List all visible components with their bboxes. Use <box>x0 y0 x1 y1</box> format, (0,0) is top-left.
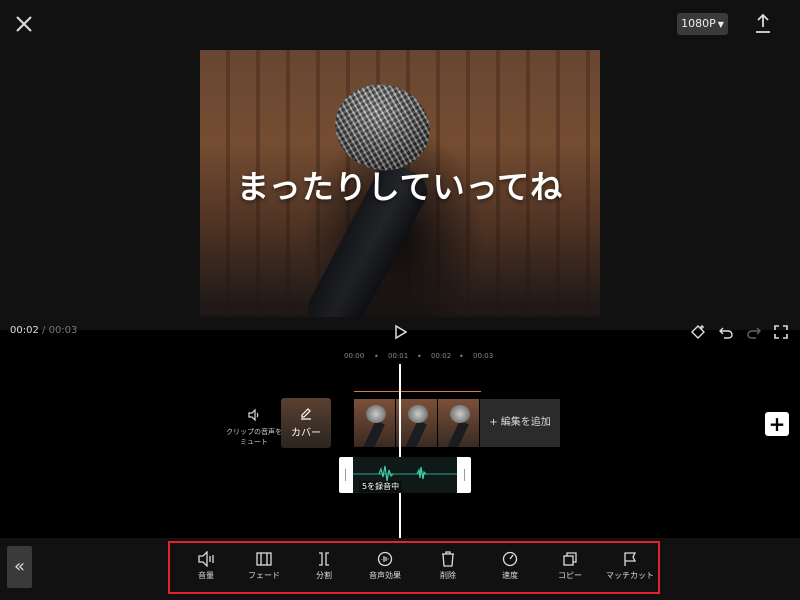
delete-icon <box>442 551 454 567</box>
fade-button[interactable]: フェード <box>234 551 294 581</box>
audio-edit-toolbar: 音量 フェード 分割 音声効果 削除 速度 コピー マッチカット <box>168 541 660 594</box>
delete-button[interactable]: 削除 <box>418 551 478 581</box>
current-time: 00:02 <box>10 325 39 336</box>
video-preview: まったりしていってね <box>200 50 600 317</box>
ruler-dot: • <box>417 352 422 361</box>
resolution-label: 1080P <box>681 17 716 30</box>
clip-accent-line <box>354 391 481 392</box>
recording-label: 5を録音中 <box>359 481 403 492</box>
add-clip-button[interactable]: + <box>765 412 789 436</box>
trim-handle-left[interactable] <box>345 469 346 481</box>
mute-clip-audio-button[interactable]: クリップの音声をミュート <box>224 408 284 447</box>
mute-label: クリップの音声をミュート <box>226 428 282 446</box>
voice-effect-label: 音声効果 <box>369 571 401 580</box>
match-cut-icon <box>624 552 637 566</box>
total-time: 00:03 <box>48 325 78 336</box>
add-edit-button[interactable]: + 編集を追加 <box>480 399 560 447</box>
split-icon <box>319 552 329 566</box>
playback-time: 00:02 / 00:03 <box>10 325 77 336</box>
preview-caption: まったりしていってね <box>236 168 564 206</box>
split-button[interactable]: 分割 <box>294 551 354 581</box>
clip-thumbnail <box>438 399 479 447</box>
fullscreen-icon[interactable] <box>773 324 789 340</box>
volume-label: 音量 <box>198 571 214 580</box>
speed-label: 速度 <box>502 571 518 580</box>
video-clip[interactable] <box>354 399 479 447</box>
copy-button[interactable]: コピー <box>540 551 600 581</box>
timeline[interactable]: 00:00 • 00:01 • 00:02 • 00:03 クリップの音声をミュ… <box>0 348 800 538</box>
clip-thumbnail <box>354 399 396 447</box>
ruler-tick: 00:01 <box>388 352 409 360</box>
cover-label: カバー <box>291 428 321 439</box>
copy-label: コピー <box>558 571 582 580</box>
speed-icon <box>502 551 518 567</box>
playhead[interactable] <box>399 364 401 538</box>
editor-header: 1080P ▼ まったりしていってね 00:02 / 00:03 <box>0 0 800 340</box>
ruler-dot: • <box>374 352 379 361</box>
trim-handle-right[interactable] <box>464 469 465 481</box>
ruler-tick: 00:02 <box>431 352 452 360</box>
ruler-tick: 00:00 <box>344 352 365 360</box>
volume-button[interactable]: 音量 <box>176 551 236 581</box>
fade-label: フェード <box>248 571 280 580</box>
clip-thumbnail <box>396 399 438 447</box>
voice-effect-icon <box>377 551 393 567</box>
ruler-dot: • <box>459 352 464 361</box>
copy-icon <box>563 552 577 566</box>
close-icon[interactable] <box>12 12 36 36</box>
keyframe-icon[interactable] <box>690 324 706 340</box>
match-cut-label: マッチカット <box>606 571 654 580</box>
export-icon[interactable] <box>752 12 774 36</box>
resolution-dropdown[interactable]: 1080P ▼ <box>677 13 728 35</box>
play-icon[interactable] <box>392 324 408 340</box>
delete-label: 削除 <box>440 571 456 580</box>
voice-effect-button[interactable]: 音声効果 <box>355 551 415 581</box>
fade-icon <box>256 552 272 566</box>
collapse-toolbar-button[interactable]: « <box>7 546 32 588</box>
speed-button[interactable]: 速度 <box>480 551 540 581</box>
redo-icon[interactable] <box>746 324 762 340</box>
cover-button[interactable]: カバー <box>281 398 331 448</box>
volume-icon <box>198 551 214 567</box>
ruler-tick: 00:03 <box>473 352 494 360</box>
caret-down-icon: ▼ <box>717 20 724 29</box>
undo-icon[interactable] <box>718 324 734 340</box>
speaker-icon <box>248 408 259 422</box>
pencil-icon <box>301 408 311 420</box>
split-label: 分割 <box>316 571 332 580</box>
audio-recording-clip[interactable]: 5を録音中 <box>339 457 471 493</box>
match-cut-button[interactable]: マッチカット <box>600 551 660 581</box>
time-separator: / <box>42 325 46 336</box>
